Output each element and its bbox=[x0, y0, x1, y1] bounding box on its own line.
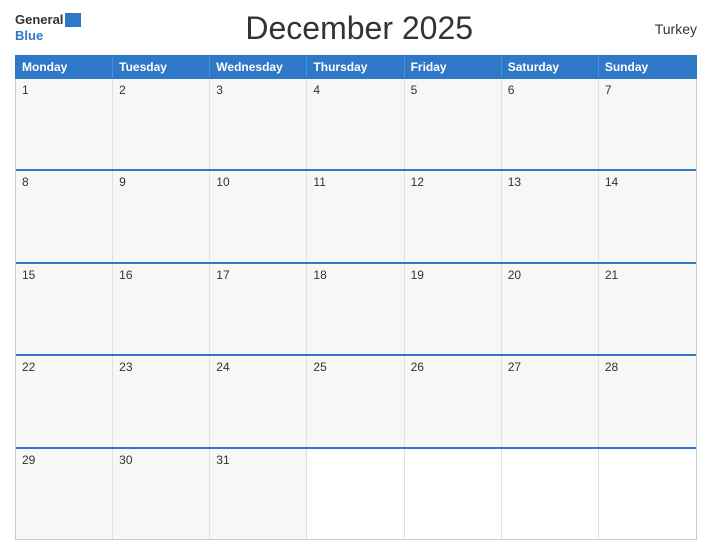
day-1: 1 bbox=[16, 79, 113, 169]
calendar-header: Monday Tuesday Wednesday Thursday Friday… bbox=[15, 55, 697, 79]
day-19: 19 bbox=[405, 264, 502, 354]
day-22: 22 bbox=[16, 356, 113, 446]
day-5: 5 bbox=[405, 79, 502, 169]
month-title: December 2025 bbox=[81, 10, 637, 47]
day-10: 10 bbox=[210, 171, 307, 261]
header-sunday: Sunday bbox=[599, 56, 696, 78]
header-thursday: Thursday bbox=[307, 56, 404, 78]
day-23: 23 bbox=[113, 356, 210, 446]
day-6: 6 bbox=[502, 79, 599, 169]
day-11: 11 bbox=[307, 171, 404, 261]
day-12: 12 bbox=[405, 171, 502, 261]
day-20: 20 bbox=[502, 264, 599, 354]
logo-flag-icon bbox=[65, 13, 81, 27]
calendar-body: 1 2 3 4 5 6 7 8 9 10 11 12 13 14 15 16 bbox=[15, 79, 697, 540]
day-26: 26 bbox=[405, 356, 502, 446]
calendar: Monday Tuesday Wednesday Thursday Friday… bbox=[15, 55, 697, 540]
header-friday: Friday bbox=[405, 56, 502, 78]
day-4: 4 bbox=[307, 79, 404, 169]
day-28: 28 bbox=[599, 356, 696, 446]
logo-blue-text: Blue bbox=[15, 28, 43, 43]
day-30: 30 bbox=[113, 449, 210, 539]
header-tuesday: Tuesday bbox=[113, 56, 210, 78]
header: General Blue December 2025 Turkey bbox=[15, 10, 697, 47]
week-4: 22 23 24 25 26 27 28 bbox=[16, 354, 696, 446]
country-label: Turkey bbox=[637, 21, 697, 37]
day-21: 21 bbox=[599, 264, 696, 354]
day-18: 18 bbox=[307, 264, 404, 354]
day-13: 13 bbox=[502, 171, 599, 261]
day-8: 8 bbox=[16, 171, 113, 261]
day-27: 27 bbox=[502, 356, 599, 446]
day-15: 15 bbox=[16, 264, 113, 354]
day-31: 31 bbox=[210, 449, 307, 539]
header-monday: Monday bbox=[16, 56, 113, 78]
day-25: 25 bbox=[307, 356, 404, 446]
header-saturday: Saturday bbox=[502, 56, 599, 78]
day-3: 3 bbox=[210, 79, 307, 169]
day-2: 2 bbox=[113, 79, 210, 169]
week-1: 1 2 3 4 5 6 7 bbox=[16, 79, 696, 169]
day-empty-3 bbox=[502, 449, 599, 539]
week-3: 15 16 17 18 19 20 21 bbox=[16, 262, 696, 354]
header-wednesday: Wednesday bbox=[210, 56, 307, 78]
day-empty-2 bbox=[405, 449, 502, 539]
day-empty-1 bbox=[307, 449, 404, 539]
day-16: 16 bbox=[113, 264, 210, 354]
logo: General Blue bbox=[15, 13, 81, 45]
day-29: 29 bbox=[16, 449, 113, 539]
day-empty-4 bbox=[599, 449, 696, 539]
logo-general-text: General bbox=[15, 13, 63, 26]
week-5: 29 30 31 bbox=[16, 447, 696, 539]
day-14: 14 bbox=[599, 171, 696, 261]
calendar-page: General Blue December 2025 Turkey Monday… bbox=[0, 0, 712, 550]
day-17: 17 bbox=[210, 264, 307, 354]
day-7: 7 bbox=[599, 79, 696, 169]
week-2: 8 9 10 11 12 13 14 bbox=[16, 169, 696, 261]
day-24: 24 bbox=[210, 356, 307, 446]
day-9: 9 bbox=[113, 171, 210, 261]
